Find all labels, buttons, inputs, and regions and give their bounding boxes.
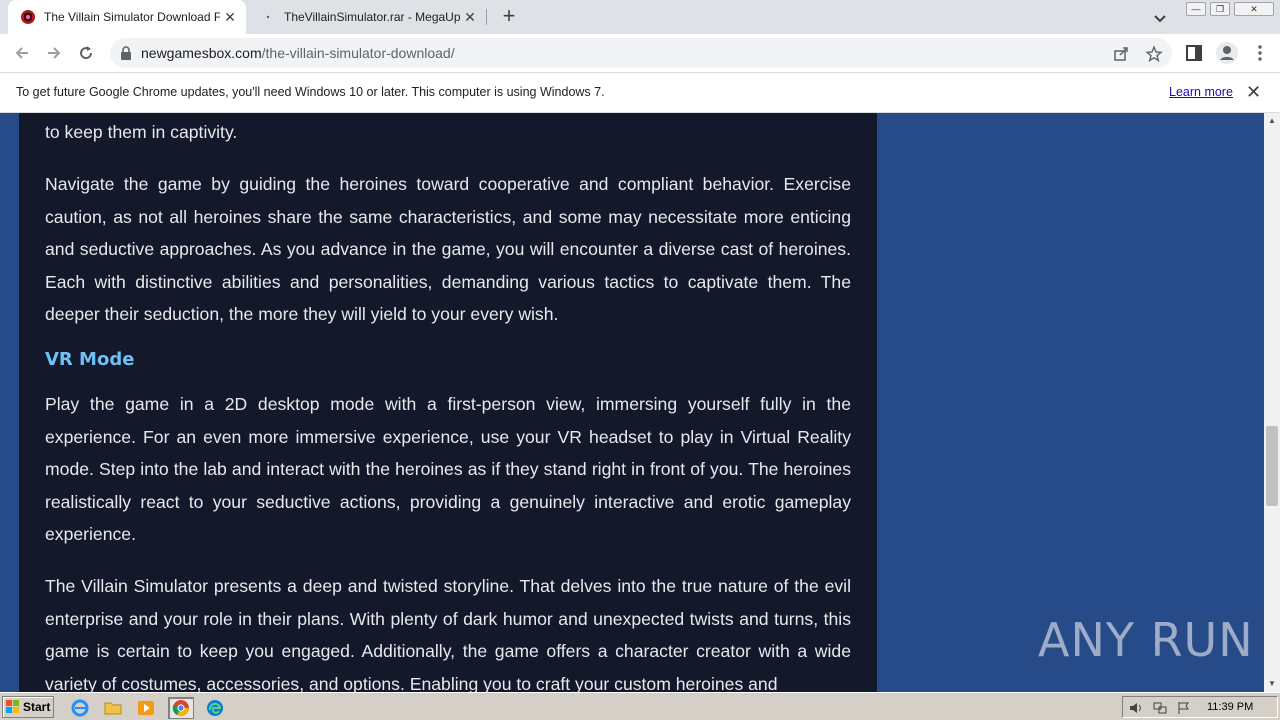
game-favicon-icon <box>20 9 36 25</box>
tab-close-icon[interactable]: ✕ <box>220 7 240 27</box>
page-scrollbar[interactable]: ▲ ▼ <box>1264 113 1280 692</box>
tab-close-icon[interactable]: ✕ <box>460 7 480 27</box>
update-infobar: To get future Google Chrome updates, you… <box>0 72 1280 113</box>
reload-icon[interactable] <box>74 41 98 65</box>
paragraph-storyline: The Villain Simulator presents a deep an… <box>45 576 851 692</box>
start-button[interactable]: Start <box>2 696 54 718</box>
tab-title: TheVillainSimulator.rar - MegaUp <box>284 10 460 24</box>
internet-explorer-icon[interactable] <box>69 697 91 719</box>
tab-strip: The Villain Simulator Download Free ( ✕ … <box>0 0 1280 34</box>
scrollbar-thumb[interactable] <box>1266 426 1278 506</box>
side-panel-icon[interactable] <box>1184 43 1204 63</box>
restore-button[interactable]: ❐ <box>1210 2 1230 16</box>
system-tray: 11:39 PM <box>1122 696 1278 718</box>
chrome-taskbar-icon[interactable] <box>168 697 194 719</box>
paragraph-vr: Play the game in a 2D desktop mode with … <box>45 394 851 545</box>
paragraph-navigate: Navigate the game by guiding the heroine… <box>45 174 851 325</box>
url-domain: newgamesbox.com <box>141 45 262 61</box>
learn-more-link[interactable]: Learn more <box>1169 85 1233 99</box>
infobar-message: To get future Google Chrome updates, you… <box>16 85 605 99</box>
profile-avatar-icon[interactable] <box>1215 41 1239 65</box>
watermark-text: ANY RUN <box>1038 613 1254 667</box>
loading-favicon-icon <box>260 9 276 25</box>
url-text: newgamesbox.com/the-villain-simulator-do… <box>141 45 455 61</box>
forward-arrow-icon[interactable] <box>42 41 66 65</box>
new-tab-button[interactable]: + <box>498 5 520 28</box>
article-body: to keep them in captivity. Navigate the … <box>19 113 877 692</box>
action-center-flag-icon[interactable] <box>1177 701 1191 715</box>
minimize-button[interactable]: — <box>1186 2 1206 16</box>
bookmark-star-icon[interactable] <box>1145 45 1163 63</box>
media-player-icon[interactable] <box>135 697 157 719</box>
tab-megaup[interactable]: TheVillainSimulator.rar - MegaUp ✕ <box>250 0 486 34</box>
windows-flag-icon <box>6 700 20 714</box>
scroll-down-arrow-icon[interactable]: ▼ <box>1264 676 1280 692</box>
tab-search-icon[interactable] <box>1150 8 1170 28</box>
web-page: to keep them in captivity. Navigate the … <box>0 113 1264 692</box>
menu-kebab-icon[interactable] <box>1250 43 1270 63</box>
network-icon[interactable] <box>1153 701 1167 715</box>
windows-taskbar: Start 11:39 PM <box>0 692 1280 720</box>
scroll-up-arrow-icon[interactable]: ▲ <box>1264 113 1280 129</box>
address-bar[interactable]: newgamesbox.com/the-villain-simulator-do… <box>110 38 1172 68</box>
start-label: Start <box>23 700 51 714</box>
edge-icon[interactable] <box>204 697 226 719</box>
share-icon[interactable] <box>1112 45 1130 63</box>
tab-villain-simulator[interactable]: The Villain Simulator Download Free ( ✕ <box>8 0 246 34</box>
system-clock[interactable]: 11:39 PM <box>1207 701 1253 713</box>
infobar-close-icon[interactable]: ✕ <box>1246 82 1261 103</box>
back-arrow-icon[interactable] <box>10 41 34 65</box>
close-window-button[interactable]: ✕ <box>1234 2 1274 16</box>
lock-icon[interactable] <box>120 46 132 60</box>
volume-icon[interactable] <box>1129 701 1143 715</box>
tab-separator <box>486 9 487 25</box>
url-path: /the-villain-simulator-download/ <box>261 45 455 61</box>
file-explorer-icon[interactable] <box>102 697 124 719</box>
tab-title: The Villain Simulator Download Free ( <box>44 10 220 24</box>
paragraph-captivity-end: to keep them in captivity. <box>45 122 238 142</box>
anyrun-watermark: ANY RUN <box>1038 608 1254 672</box>
heading-vr-mode: VR Mode <box>45 349 135 370</box>
browser-toolbar: newgamesbox.com/the-villain-simulator-do… <box>0 34 1280 72</box>
